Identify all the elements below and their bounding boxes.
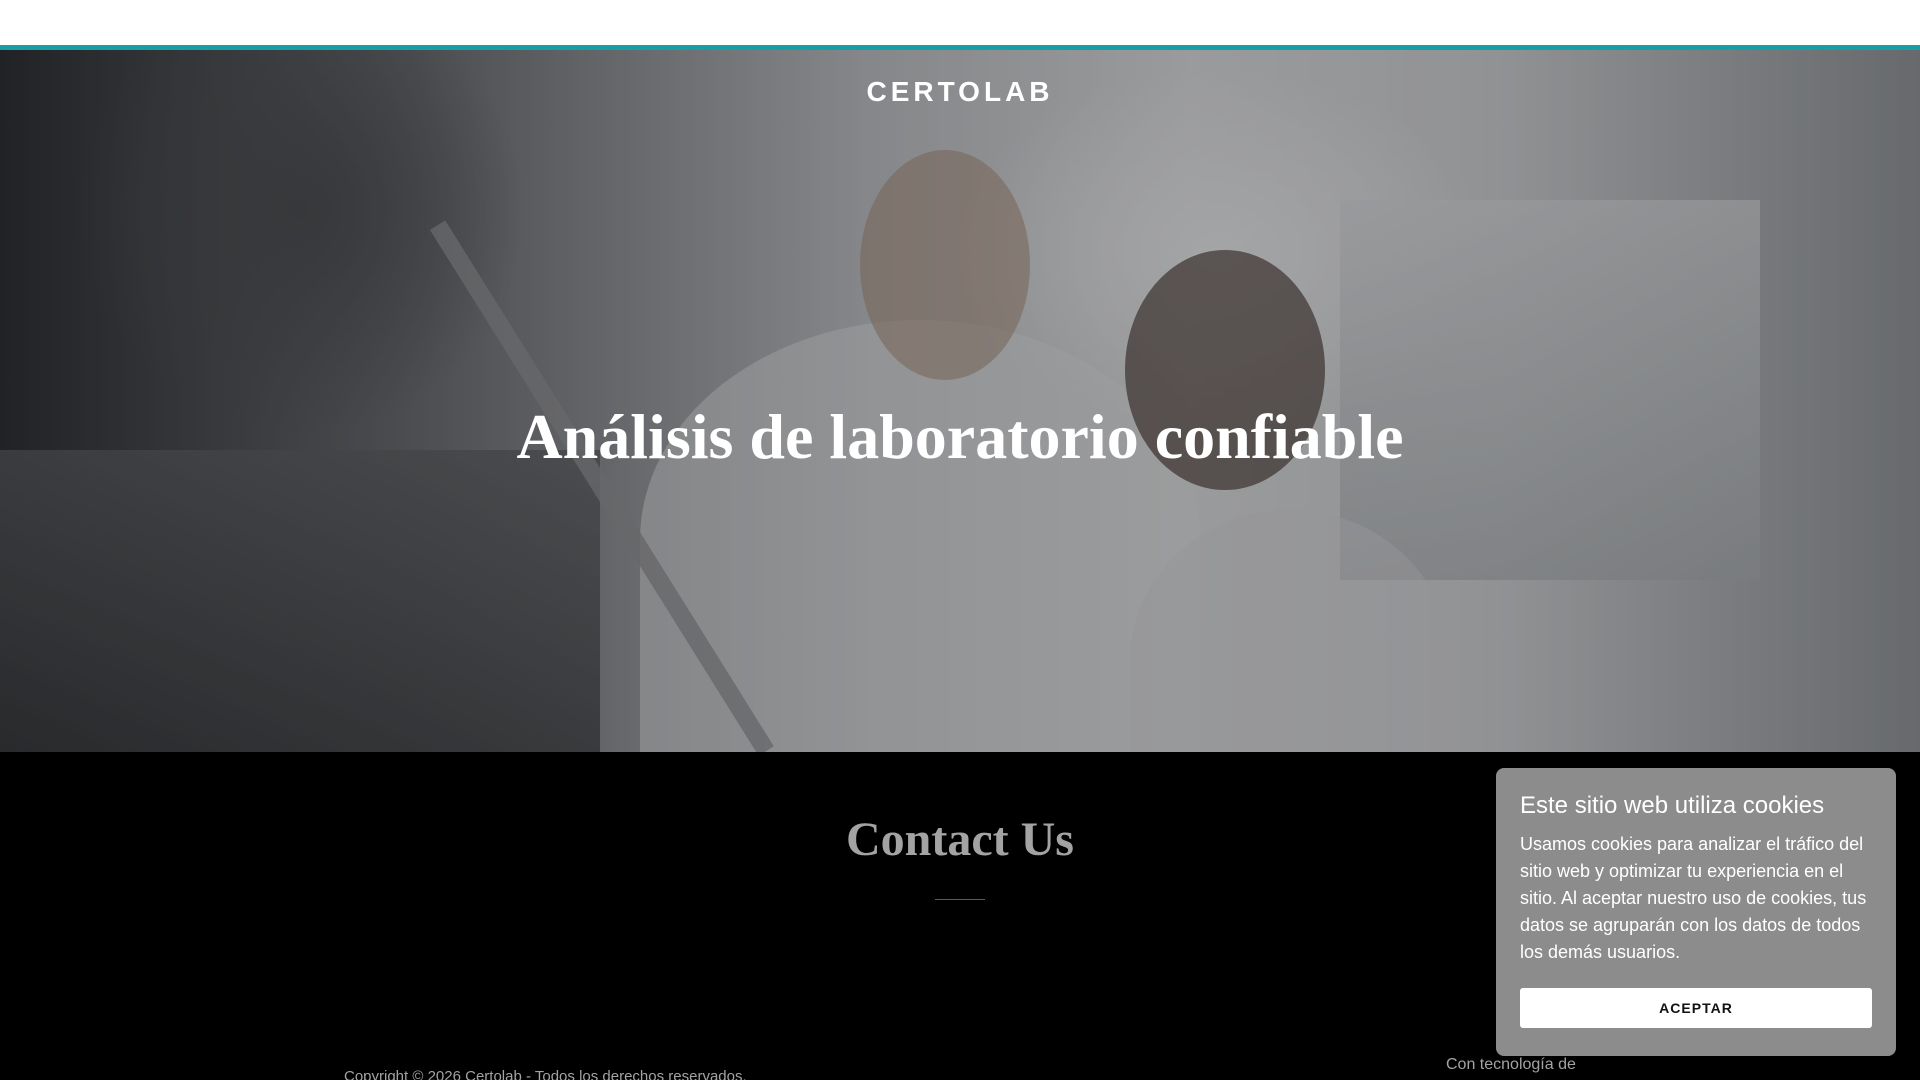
contact-divider [935,899,985,900]
cookie-banner: Este sitio web utiliza cookies Usamos co… [1496,768,1896,1056]
footer-powered-by: Con tecnología de [1446,1056,1576,1073]
site-logo[interactable]: CERTOLAB [0,76,1920,108]
hero-title: Análisis de laboratorio confiable [516,401,1404,472]
cookie-banner-title: Este sitio web utiliza cookies [1520,792,1825,819]
cookie-banner-text: Usamos cookies para analizar el tráfico … [1520,834,1867,962]
footer-copyright: Copyright © 2026 Certolab - Todos los de… [344,1068,747,1080]
accept-cookies-button[interactable]: ACEPTAR [1520,988,1872,1028]
top-bar [0,0,1920,45]
